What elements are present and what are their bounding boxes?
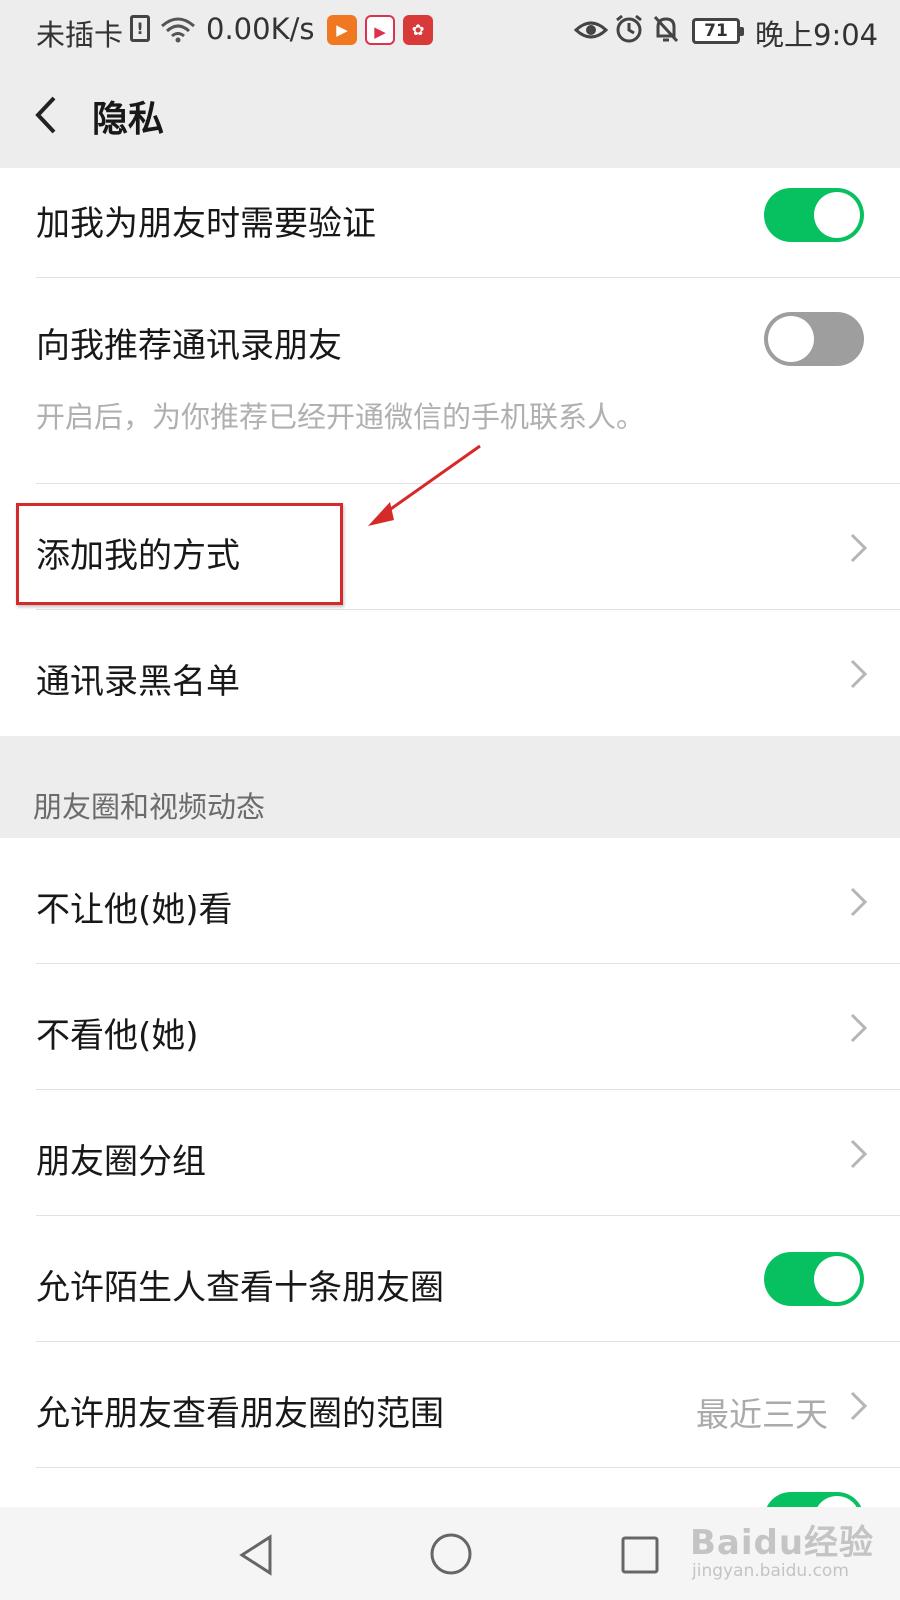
row-label: 允许朋友查看朋友圈的范围 bbox=[36, 1394, 444, 1434]
clock: 晚上9:04 bbox=[755, 18, 879, 52]
row-friend-verification[interactable]: 加我为朋友时需要验证 bbox=[0, 168, 900, 278]
chevron-right-icon bbox=[850, 1139, 868, 1169]
eye-comfort-icon bbox=[574, 21, 608, 39]
row-moments-groups[interactable]: 朋友圈分组 bbox=[0, 1090, 900, 1216]
privacy-list-group-2: 不让他(她)看 不看他(她) 朋友圈分组 允许陌生人查看十条朋友圈 允许朋友查看… bbox=[0, 838, 900, 1548]
tv-app-icon: ▶ bbox=[365, 15, 395, 45]
section-title: 朋友圈和视频动态 bbox=[33, 790, 266, 824]
toggle-knob bbox=[814, 192, 860, 238]
watermark: Baidu经验 jingyan.baidu.com bbox=[690, 1515, 880, 1587]
row-moments-visible-range[interactable]: 允许朋友查看朋友圈的范围 最近三天 bbox=[0, 1342, 900, 1468]
row-contacts-blacklist[interactable]: 通讯录黑名单 bbox=[0, 610, 900, 736]
watermark-brand: Baidu经验 bbox=[690, 1523, 875, 1563]
chevron-right-icon bbox=[850, 1391, 868, 1421]
friend-verification-toggle[interactable] bbox=[764, 188, 864, 242]
chevron-right-icon bbox=[850, 887, 868, 917]
network-speed: 0.00K/s bbox=[206, 12, 315, 46]
row-add-me-methods[interactable]: 添加我的方式 bbox=[0, 484, 900, 610]
notification-off-icon bbox=[653, 15, 679, 43]
row-stranger-ten-posts[interactable]: 允许陌生人查看十条朋友圈 bbox=[0, 1216, 900, 1342]
carrier-text: 未插卡 bbox=[36, 18, 124, 52]
row-description: 开启后，为你推荐已经开通微信的手机联系人。 bbox=[36, 400, 646, 434]
row-label: 通讯录黑名单 bbox=[36, 662, 240, 702]
status-bar: 未插卡 ! 0.00K/s ▶ ▶ ✿ 71 晚上9:04 bbox=[0, 0, 900, 62]
video-app-icon: ▶ bbox=[327, 15, 357, 45]
chevron-right-icon bbox=[850, 659, 868, 689]
row-label: 不让他(她)看 bbox=[36, 890, 233, 930]
recommend-contacts-toggle[interactable] bbox=[764, 312, 864, 366]
toggle-knob bbox=[768, 316, 814, 362]
row-label: 不看他(她) bbox=[36, 1016, 199, 1056]
huawei-app-icon: ✿ bbox=[403, 15, 433, 45]
row-dont-let-them-see[interactable]: 不让他(她)看 bbox=[0, 838, 900, 964]
row-label: 允许陌生人查看十条朋友圈 bbox=[36, 1268, 444, 1308]
row-label: 添加我的方式 bbox=[36, 536, 240, 576]
row-dont-see-them[interactable]: 不看他(她) bbox=[0, 964, 900, 1090]
row-recommend-contacts[interactable]: 向我推荐通讯录朋友 开启后，为你推荐已经开通微信的手机联系人。 bbox=[0, 278, 900, 484]
nav-bar: 隐私 bbox=[0, 62, 900, 168]
battery-icon: 71 bbox=[692, 18, 744, 44]
nav-home-icon[interactable] bbox=[428, 1531, 474, 1577]
back-arrow-icon[interactable] bbox=[30, 90, 70, 140]
row-label: 向我推荐通讯录朋友 bbox=[36, 326, 342, 366]
alarm-icon bbox=[616, 14, 642, 43]
row-value: 最近三天 bbox=[696, 1395, 828, 1434]
nav-back-icon[interactable] bbox=[236, 1533, 276, 1577]
row-label: 加我为朋友时需要验证 bbox=[36, 204, 376, 244]
wifi-icon bbox=[161, 17, 195, 43]
chevron-right-icon bbox=[850, 533, 868, 563]
row-label: 朋友圈分组 bbox=[36, 1142, 206, 1182]
toggle-knob bbox=[814, 1256, 860, 1302]
nav-recents-icon[interactable] bbox=[620, 1535, 660, 1575]
stranger-ten-posts-toggle[interactable] bbox=[764, 1252, 864, 1306]
sim-alert-icon: ! bbox=[130, 15, 150, 42]
section-header-moments: 朋友圈和视频动态 bbox=[0, 736, 900, 838]
chevron-right-icon bbox=[850, 1013, 868, 1043]
page-title: 隐私 bbox=[92, 99, 165, 140]
privacy-list-group-1: 加我为朋友时需要验证 向我推荐通讯录朋友 开启后，为你推荐已经开通微信的手机联系… bbox=[0, 168, 900, 736]
watermark-url: jingyan.baidu.com bbox=[692, 1561, 849, 1581]
